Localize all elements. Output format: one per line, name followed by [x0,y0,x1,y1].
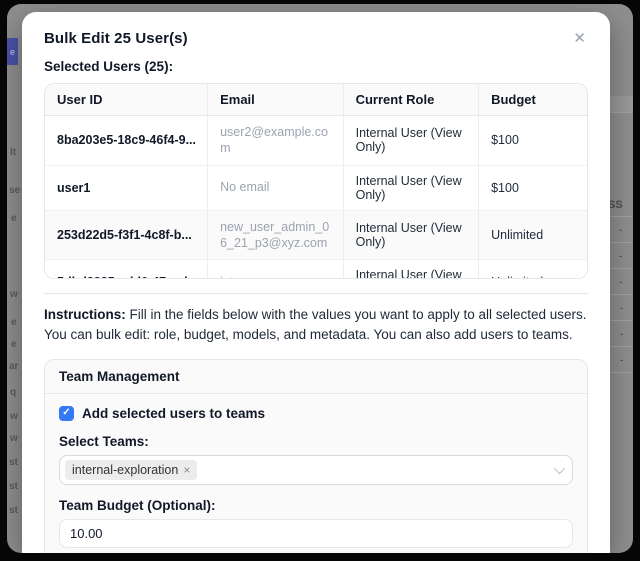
background-row-line [608,242,633,243]
background-row-line [608,268,633,269]
column-header-email: Email [208,84,344,116]
background-row-line [608,320,633,321]
column-header-user-id: User ID [45,84,208,116]
bulk-edit-users-modal: Bulk Edit 25 User(s) ✕ Selected Users (2… [22,12,610,553]
background-text-fragment: w [10,412,18,422]
cell-email: No email [208,165,344,210]
cell-user-id: 5dbd2335-cdd6-47ca-b... [45,260,208,280]
check-icon: ✓ [62,408,70,418]
background-text-fragment: e [11,318,17,328]
checkbox-checked-icon[interactable]: ✓ [59,406,74,421]
team-management-card: Team Management ✓ Add selected users to … [44,359,588,554]
select-teams-dropdown[interactable]: internal-exploration × [59,455,573,485]
selected-users-table: User ID Email Current Role Budget 8ba203… [45,84,587,279]
remove-tag-icon[interactable]: × [183,464,190,476]
team-budget-label: Team Budget (Optional): [59,498,573,513]
team-budget-input[interactable] [59,519,573,548]
background-row-line [608,294,633,295]
instructions-body: Fill in the fields below with the values… [44,307,587,342]
background-row-line [608,372,633,373]
background-cell-fragment: - [619,278,622,288]
background-text-fragment: st [9,458,18,468]
column-header-budget: Budget [479,84,587,116]
cell-user-id: 253d22d5-f3f1-4c8f-b... [45,210,208,260]
table-row: 253d22d5-f3f1-4c8f-b... new_user_admin_0… [45,210,587,260]
add-users-checkbox-label: Add selected users to teams [82,406,265,421]
team-tag-label: internal-exploration [72,463,178,477]
add-users-to-teams-checkbox-row[interactable]: ✓ Add selected users to teams [59,406,573,421]
cell-role: Internal User (View Only) [343,165,479,210]
cell-role: Internal User (View Only) [343,116,479,166]
background-text-fragment: w [10,434,18,444]
table-row: user1 No email Internal User (View Only)… [45,165,587,210]
team-management-body: ✓ Add selected users to teams Select Tea… [45,394,587,554]
cell-email: new_user_admin_06_21_p3@xyz.com [208,210,344,260]
cell-budget: $100 [479,116,587,166]
instructions-lead: Instructions: [44,307,126,322]
modal-header: Bulk Edit 25 User(s) ✕ [44,30,588,48]
table-header-row: User ID Email Current Role Budget [45,84,587,116]
cell-role: Internal User (View Only) [343,210,479,260]
background-text-fragment: w [10,290,18,300]
background-blue-button-fragment: e [7,38,18,65]
background-cell-fragment: - [620,304,623,314]
column-header-current-role: Current Role [343,84,479,116]
background-column-header-fragment: SS [608,200,623,211]
team-management-title: Team Management [45,360,587,394]
background-cell-fragment: - [619,252,622,262]
background-text-fragment: se [9,186,20,196]
chevron-down-icon [554,462,565,473]
cell-email: user2@example.com [208,116,344,166]
cell-user-id: user1 [45,165,208,210]
cell-email: inter [208,260,344,280]
cell-user-id: 8ba203e5-18c9-46f4-9... [45,116,208,166]
background-cell-fragment: - [620,356,623,366]
cell-budget: Unlimited [479,210,587,260]
background-cell-fragment: - [619,226,622,236]
background-cell-fragment: - [620,330,623,340]
selected-team-tag: internal-exploration × [65,460,197,480]
background-text-fragment: lt [10,148,16,158]
background-text-fragment: e [11,214,17,224]
instructions-text: Instructions: Fill in the fields below w… [44,305,588,346]
background-text-fragment: e [11,340,17,350]
select-teams-label: Select Teams: [59,434,573,449]
background-row-line [608,112,633,113]
background-text-fragment: st [9,506,18,516]
section-divider [44,293,588,294]
cell-budget: $100 [479,165,587,210]
background-row-line [608,216,633,217]
selected-users-table-scroll[interactable]: User ID Email Current Role Budget 8ba203… [44,83,588,279]
cell-role: Internal User (View Only) [343,260,479,280]
modal-title: Bulk Edit 25 User(s) [44,30,188,47]
background-text-fragment: st [9,482,18,492]
window-backdrop: e lt se e w e e ar q w w st st st SS - -… [7,4,633,553]
background-text-fragment: ar [9,362,18,372]
background-table-header-fragment [608,96,633,112]
table-row: 5dbd2335-cdd6-47ca-b... inter Internal U… [45,260,587,280]
background-text-fragment: q [10,388,16,398]
cell-budget: Unlimited [479,260,587,280]
background-row-line [608,346,633,347]
selected-users-label: Selected Users (25): [44,59,588,74]
close-icon[interactable]: ✕ [571,29,588,48]
table-row: 8ba203e5-18c9-46f4-9... user2@example.co… [45,116,587,166]
